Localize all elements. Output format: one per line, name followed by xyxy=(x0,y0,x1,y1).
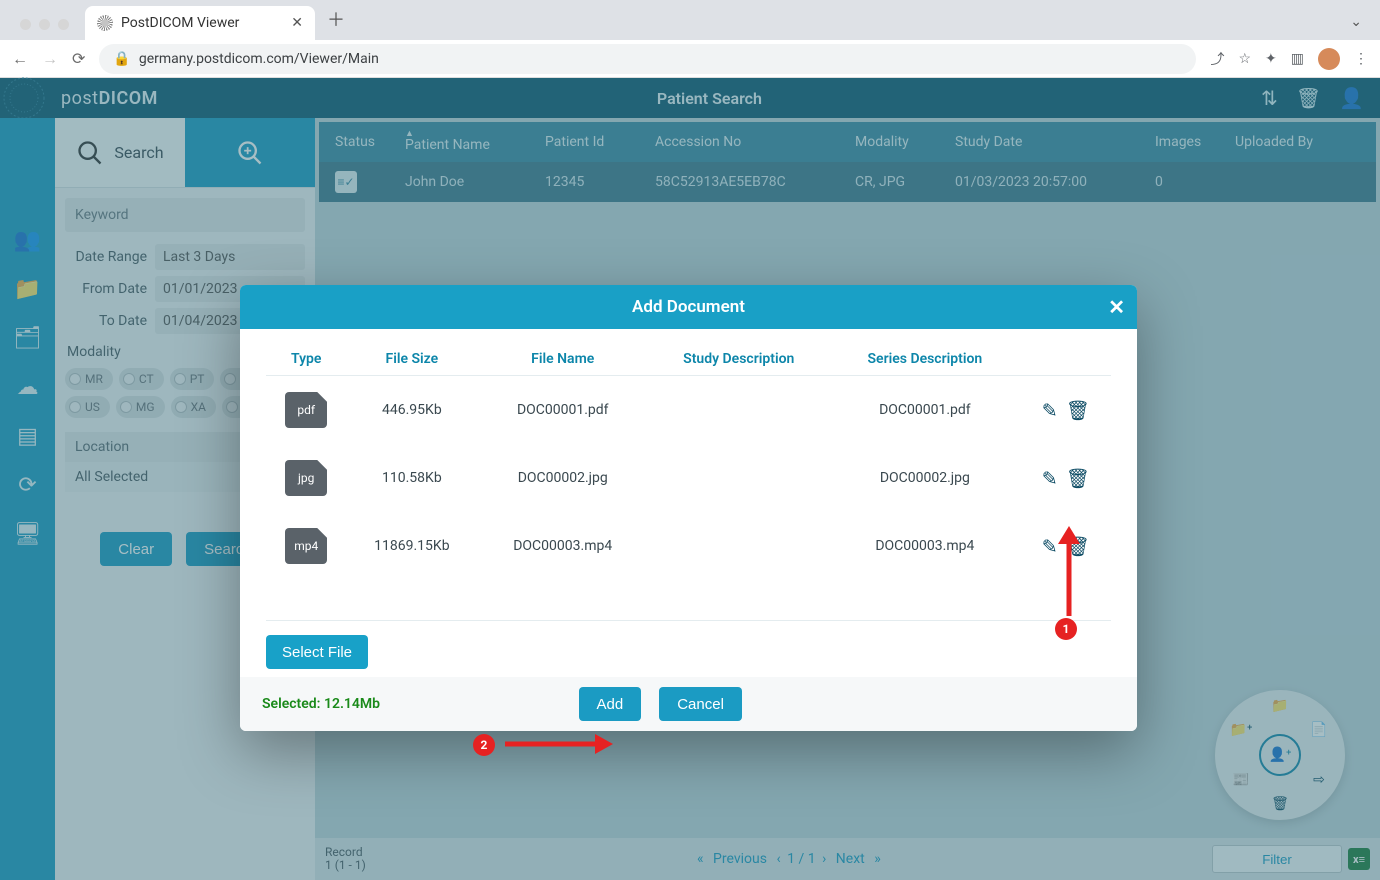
file-name: DOC00002.jpg xyxy=(477,444,648,512)
bookmark-icon[interactable]: ☆ xyxy=(1238,51,1251,67)
file-name: DOC00001.pdf xyxy=(477,376,648,445)
forward-icon[interactable]: → xyxy=(42,49,58,69)
th-series: Series Description xyxy=(829,343,1020,376)
modal-close-icon[interactable]: ✕ xyxy=(1108,295,1125,319)
th-type: Type xyxy=(266,343,346,376)
file-series: DOC00003.mp4 xyxy=(829,512,1020,580)
file-study xyxy=(648,444,829,512)
reload-icon[interactable]: ⟳ xyxy=(72,49,85,68)
file-row: jpg110.58KbDOC00002.jpgDOC00002.jpg✎🗑 xyxy=(266,444,1111,512)
modal-title: Add Document xyxy=(632,297,745,317)
file-series: DOC00002.jpg xyxy=(829,444,1020,512)
file-series: DOC00001.pdf xyxy=(829,376,1020,445)
th-size: File Size xyxy=(346,343,477,376)
delete-icon[interactable]: 🗑 xyxy=(1066,467,1090,490)
annotation-arrow-2 xyxy=(505,731,615,757)
file-row: mp411869.15KbDOC00003.mp4DOC00003.mp4✎🗑 xyxy=(266,512,1111,580)
file-name: DOC00003.mp4 xyxy=(477,512,648,580)
file-size: 11869.15Kb xyxy=(346,512,477,580)
close-tab-icon[interactable]: ✕ xyxy=(291,15,303,31)
th-fname: File Name xyxy=(477,343,648,376)
new-tab-button[interactable]: ＋ xyxy=(327,6,345,32)
maximize-window[interactable] xyxy=(58,19,69,30)
favicon xyxy=(97,15,113,31)
file-study xyxy=(648,376,829,445)
cancel-button[interactable]: Cancel xyxy=(659,687,742,721)
menu-icon[interactable]: ⋮ xyxy=(1354,51,1368,67)
file-study xyxy=(648,512,829,580)
file-type-badge: pdf xyxy=(285,392,327,428)
annotation-arrow-1 xyxy=(1054,526,1084,618)
file-size: 446.95Kb xyxy=(346,376,477,445)
extensions-icon[interactable]: ✦ xyxy=(1265,51,1277,67)
browser-chrome: PostDICOM Viewer ✕ ＋ ⌄ ← → ⟳ 🔒 germany.p… xyxy=(0,0,1380,78)
browser-tab[interactable]: PostDICOM Viewer ✕ xyxy=(85,6,315,40)
profile-avatar[interactable] xyxy=(1318,48,1340,70)
minimize-window[interactable] xyxy=(39,19,50,30)
add-document-modal: Add Document ✕ Type File Size File Name … xyxy=(240,285,1137,731)
edit-icon[interactable]: ✎ xyxy=(1042,467,1058,490)
tabs-chevron-icon[interactable]: ⌄ xyxy=(1350,14,1362,30)
lock-icon: 🔒 xyxy=(113,51,130,67)
share-icon[interactable]: ⤴ xyxy=(1210,49,1224,69)
th-study: Study Description xyxy=(648,343,829,376)
file-type-badge: mp4 xyxy=(285,528,327,564)
back-icon[interactable]: ← xyxy=(12,49,28,69)
close-window[interactable] xyxy=(20,19,31,30)
select-file-button[interactable]: Select File xyxy=(266,635,368,669)
file-table: Type File Size File Name Study Descripti… xyxy=(266,343,1111,580)
annotation-badge-1: 1 xyxy=(1055,618,1077,640)
add-button[interactable]: Add xyxy=(579,687,642,721)
annotation-badge-2: 2 xyxy=(473,734,495,756)
file-row: pdf446.95KbDOC00001.pdfDOC00001.pdf✎🗑 xyxy=(266,376,1111,445)
selected-size: Selected: 12.14Mb xyxy=(262,696,380,712)
tab-title: PostDICOM Viewer xyxy=(121,15,239,31)
file-type-badge: jpg xyxy=(285,460,327,496)
modal-header: Add Document ✕ xyxy=(240,285,1137,329)
address-bar[interactable]: 🔒 germany.postdicom.com/Viewer/Main xyxy=(99,44,1196,74)
file-size: 110.58Kb xyxy=(346,444,477,512)
window-controls xyxy=(10,19,79,40)
delete-icon[interactable]: 🗑 xyxy=(1066,399,1090,422)
url-text: germany.postdicom.com/Viewer/Main xyxy=(139,51,379,67)
edit-icon[interactable]: ✎ xyxy=(1042,399,1058,422)
sidepanel-icon[interactable]: ▥ xyxy=(1291,51,1304,67)
